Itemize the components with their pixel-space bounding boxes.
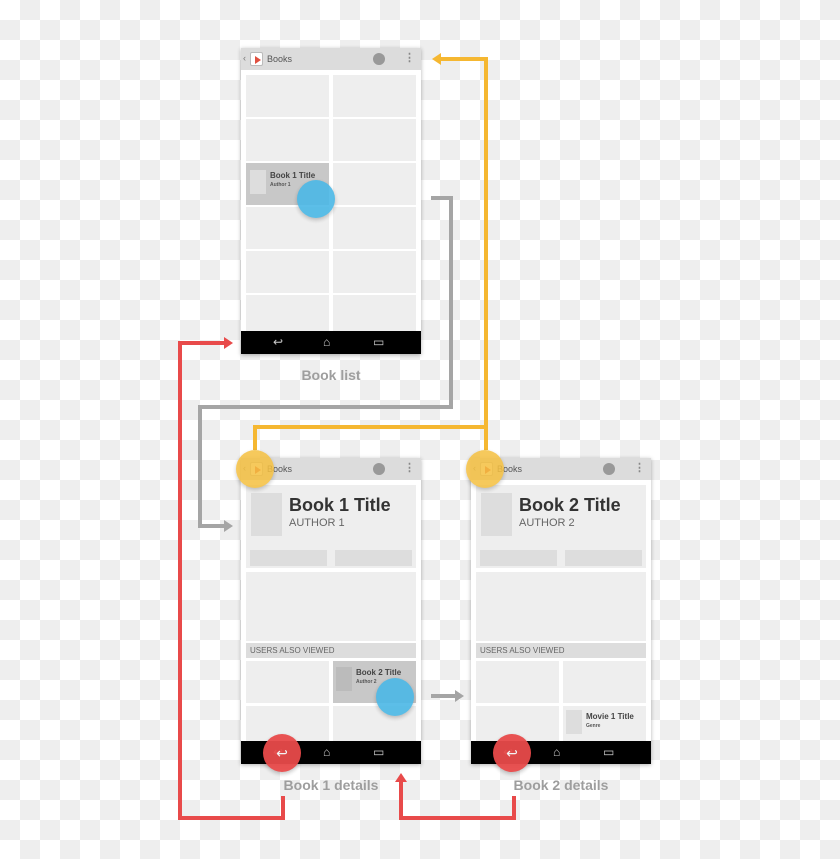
grid-cell[interactable] — [476, 661, 559, 703]
up-chevron-icon: ‹ — [243, 53, 246, 63]
description-block — [476, 572, 646, 641]
book-title: Book 1 Title — [289, 495, 391, 515]
book-author: Author 2 — [356, 679, 377, 685]
book-title: Book 2 Title — [519, 495, 621, 515]
book-cover — [250, 170, 266, 194]
movie-title: Movie 1 Title — [586, 712, 634, 721]
up-tap-indicator — [466, 450, 504, 488]
book-author: Author 1 — [270, 182, 291, 188]
back-icon[interactable]: ↩ — [273, 335, 283, 349]
recents-icon[interactable]: ▭ — [373, 745, 384, 759]
grid-cell[interactable] — [333, 163, 416, 205]
section-header: USERS ALSO VIEWED — [246, 643, 416, 658]
section-header: USERS ALSO VIEWED — [476, 643, 646, 658]
grid-cell[interactable] — [246, 75, 329, 117]
book-cover — [251, 493, 282, 536]
movie-cover — [566, 710, 582, 734]
grid-cell[interactable] — [333, 119, 416, 161]
home-icon[interactable]: ⌂ — [323, 335, 330, 349]
book-title: Book 1 Title — [270, 171, 316, 180]
back-arrowhead — [224, 337, 233, 349]
action-button[interactable] — [335, 550, 412, 566]
book-author: AUTHOR 2 — [519, 517, 575, 529]
play-store-icon[interactable] — [250, 52, 263, 66]
grid-cell[interactable] — [333, 75, 416, 117]
screen-label: Book list — [301, 367, 361, 383]
action-icon[interactable] — [373, 463, 385, 475]
more-vert-icon[interactable]: ⋮ — [404, 51, 415, 64]
home-icon[interactable]: ⌂ — [553, 745, 560, 759]
grid-cell[interactable] — [563, 661, 646, 703]
more-vert-icon[interactable]: ⋮ — [634, 461, 645, 474]
grid-cell[interactable] — [246, 251, 329, 293]
book-cover — [481, 493, 512, 536]
up-arrow-book2 — [440, 57, 488, 450]
grid-cell[interactable] — [333, 295, 416, 331]
system-nav-bar: ↩ ⌂ ▭ — [241, 331, 421, 354]
grid-cell[interactable] — [246, 295, 329, 331]
back-tap-indicator: ↩ — [263, 734, 301, 772]
grid-cell[interactable] — [246, 119, 329, 161]
grid-cell[interactable] — [246, 661, 329, 703]
back-tap-indicator: ↩ — [493, 734, 531, 772]
book-title: Book 2 Title — [356, 668, 402, 677]
action-bar: ‹ Books ⋮ — [241, 48, 421, 70]
book-author: AUTHOR 1 — [289, 517, 345, 529]
recents-icon[interactable]: ▭ — [603, 745, 614, 759]
movie-genre: Genre — [586, 723, 601, 729]
tap-indicator — [297, 180, 335, 218]
screen-label: Book 2 details — [513, 777, 609, 793]
movie-1-cell[interactable]: Movie 1 Title Genre — [563, 706, 646, 741]
book-list-screen: ‹ Books ⋮ Book 1 Title Author 1 ↩ ⌂ ▭ — [241, 48, 421, 354]
grid-cell[interactable] — [333, 251, 416, 293]
description-block — [246, 572, 416, 641]
book-1-details-screen: ‹ Books ⋮ Book 1 Title AUTHOR 1 USERS AL… — [236, 450, 421, 772]
action-button[interactable] — [565, 550, 642, 566]
more-vert-icon[interactable]: ⋮ — [404, 461, 415, 474]
forward-arrowhead — [224, 520, 233, 532]
up-arrow-book1 — [253, 425, 486, 450]
forward-arrowhead — [455, 690, 464, 702]
tap-indicator — [376, 678, 414, 716]
up-tap-indicator — [236, 450, 274, 488]
up-arrowhead — [432, 53, 441, 65]
book-cover — [336, 667, 352, 691]
action-button[interactable] — [480, 550, 557, 566]
action-icon[interactable] — [373, 53, 385, 65]
recents-icon[interactable]: ▭ — [373, 335, 384, 349]
app-title: Books — [267, 54, 293, 64]
screen-label: Book 1 details — [283, 777, 379, 793]
action-button[interactable] — [250, 550, 327, 566]
grid-cell[interactable] — [333, 207, 416, 249]
home-icon[interactable]: ⌂ — [323, 745, 330, 759]
action-icon[interactable] — [603, 463, 615, 475]
book-2-details-screen: ‹ Books ⋮ Book 2 Title AUTHOR 2 USERS AL… — [466, 450, 651, 772]
